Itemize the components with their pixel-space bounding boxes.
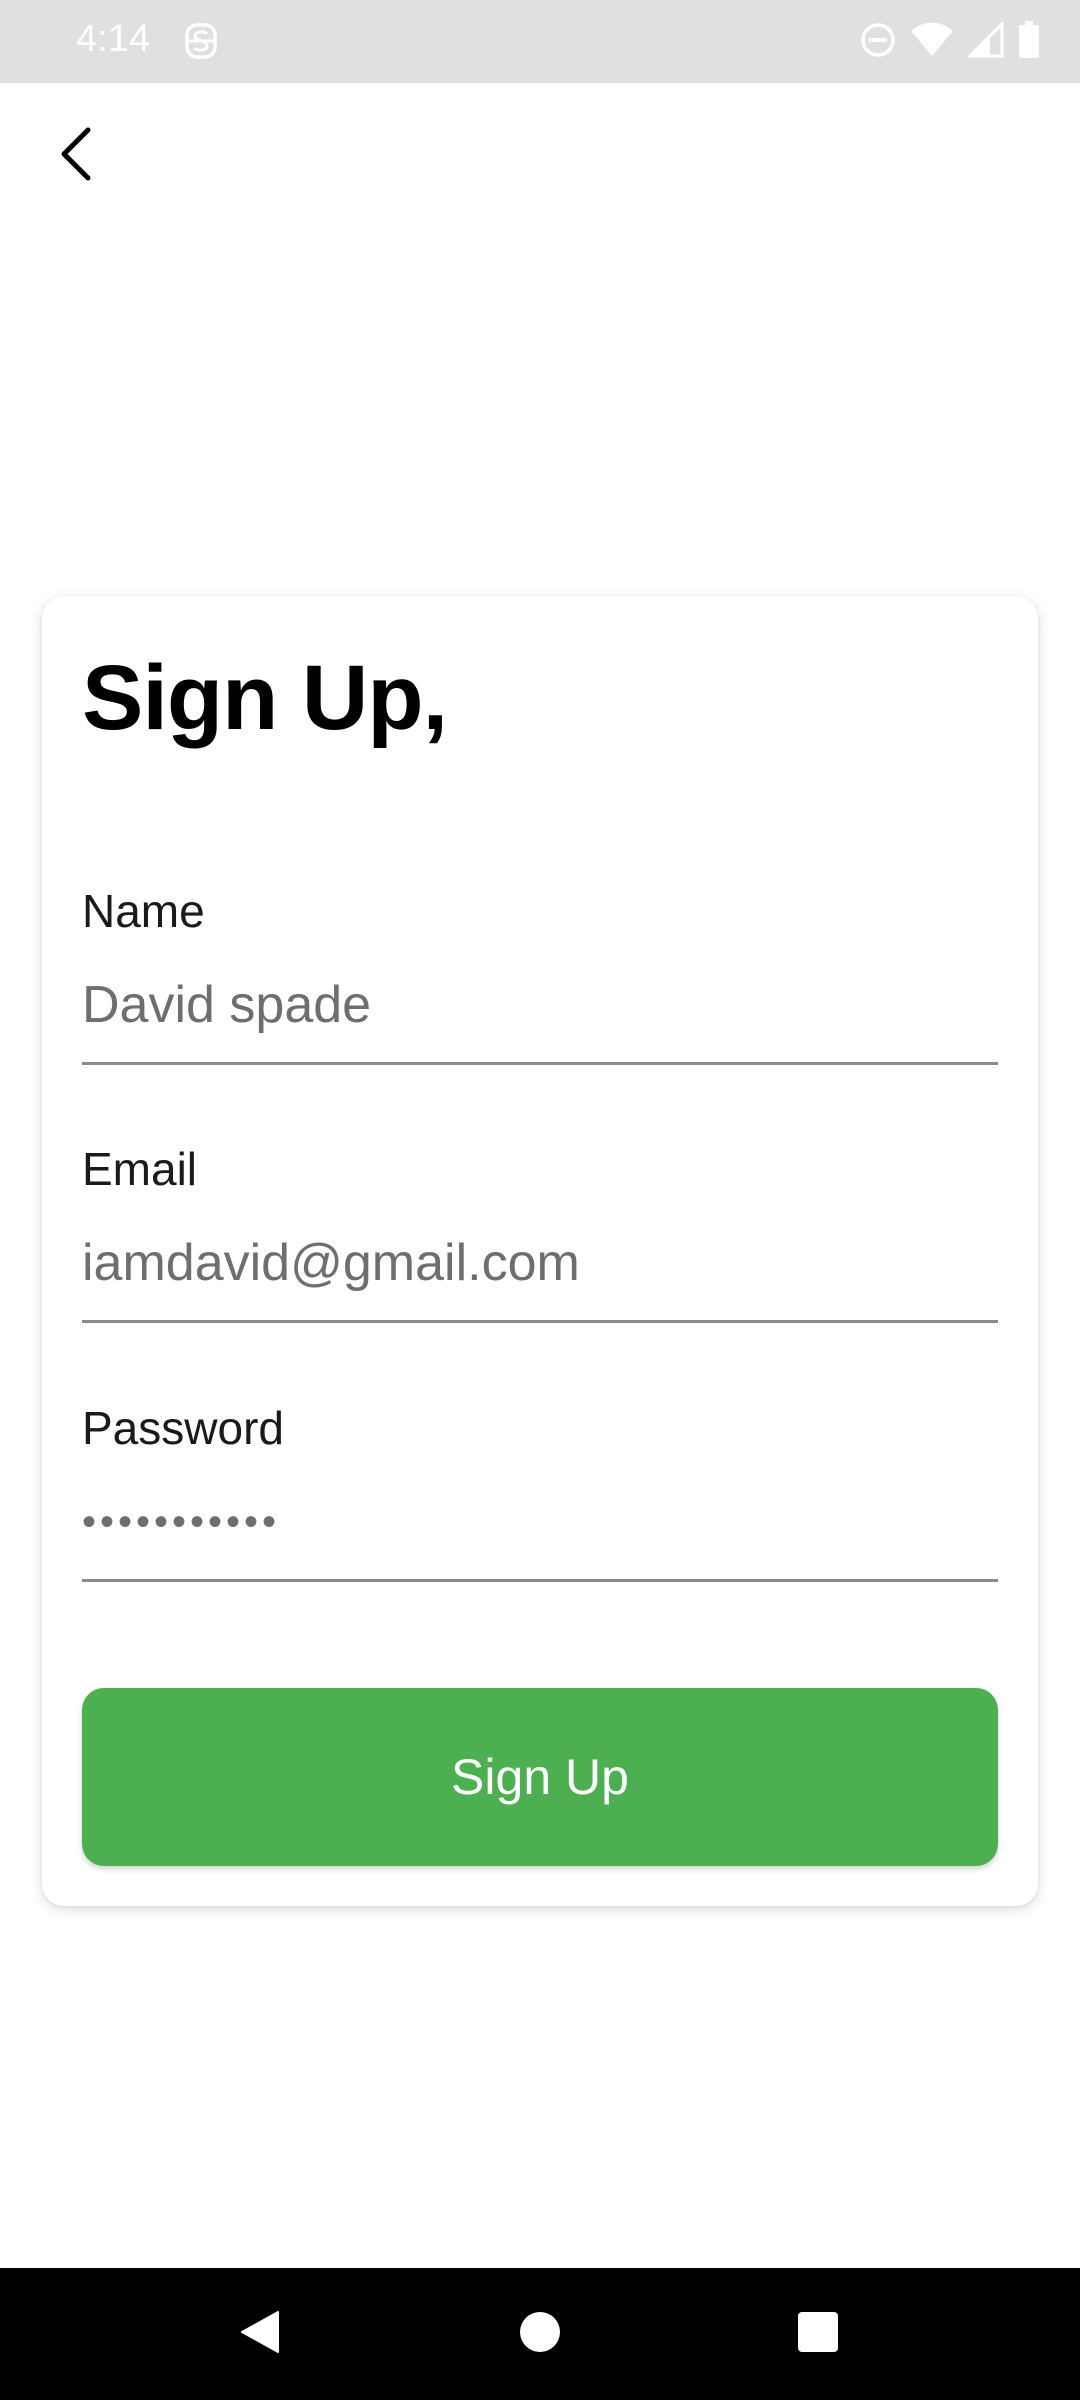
system-nav-bar xyxy=(0,2268,1080,2400)
chevron-left-icon xyxy=(56,124,96,189)
email-underline xyxy=(82,1320,998,1323)
name-input[interactable] xyxy=(82,970,998,1040)
name-label: Name xyxy=(82,885,205,937)
email-input[interactable] xyxy=(82,1228,998,1298)
back-button[interactable] xyxy=(40,120,112,192)
nav-home-button[interactable] xyxy=(500,2298,580,2370)
recents-square-icon xyxy=(796,2310,840,2359)
page-title: Sign Up, xyxy=(82,647,448,749)
status-icons xyxy=(860,19,1040,64)
signup-card: Sign Up, Name Email Password Sign Up xyxy=(42,596,1038,1906)
signup-screen: 4:14 Sign Up, Name David spade Email iam… xyxy=(0,0,1080,2400)
email-label: Email xyxy=(82,1143,198,1195)
password-underline xyxy=(82,1579,998,1582)
status-bar: 4:14 xyxy=(0,0,1080,83)
nav-recents-button[interactable] xyxy=(778,2298,858,2370)
name-underline xyxy=(82,1062,998,1065)
home-circle-icon xyxy=(518,2310,562,2359)
nav-back-button[interactable] xyxy=(220,2298,300,2370)
cell-signal-icon xyxy=(966,19,1004,63)
battery-icon xyxy=(1018,20,1040,64)
status-time: 4:14 xyxy=(76,18,150,60)
notification-s-icon xyxy=(184,22,218,60)
password-label: Password xyxy=(82,1402,284,1454)
do-not-disturb-icon xyxy=(860,22,896,63)
back-triangle-icon xyxy=(238,2308,282,2361)
password-input[interactable] xyxy=(82,1487,998,1557)
signup-button[interactable]: Sign Up xyxy=(82,1688,998,1866)
wifi-icon xyxy=(910,22,954,63)
